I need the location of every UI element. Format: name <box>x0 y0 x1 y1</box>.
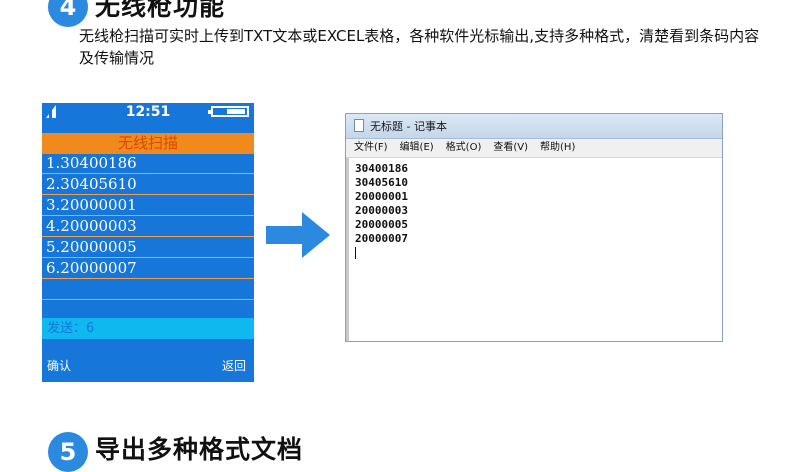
window-titlebar[interactable]: 无标题 - 记事本 <box>346 114 722 139</box>
notepad-window: 无标题 - 记事本 文件(F) 编辑(E) 格式(O) 查看(V) 帮助(H) … <box>345 113 723 342</box>
list-item: 2.30405610 <box>42 175 254 195</box>
text-editor[interactable]: 30400186 30405610 20000001 20000003 2000… <box>346 158 722 341</box>
scanner-title: 无线扫描 <box>42 133 254 154</box>
back-softkey[interactable]: 返回 <box>222 357 246 374</box>
text-line: 20000007 <box>355 232 408 245</box>
step-number-2: 5 <box>59 438 77 466</box>
window-title: 无标题 - 记事本 <box>370 120 447 133</box>
list-item: 6.20000007 <box>42 259 254 279</box>
section-title-2: 导出多种格式文档 <box>95 435 304 464</box>
scanner-screen: 12:51 无线扫描 1.30400186 2.30405610 3.20000… <box>42 103 254 382</box>
text-line: 20000005 <box>355 218 408 231</box>
step-number-badge-2: 5 <box>48 432 88 472</box>
menu-view[interactable]: 查看(V) <box>493 139 528 157</box>
confirm-softkey[interactable]: 确认 <box>47 357 71 374</box>
send-status: 发送：6 <box>42 318 254 339</box>
menu-format[interactable]: 格式(O) <box>446 139 482 157</box>
section-title: 无线枪功能 <box>95 0 226 21</box>
scan-list: 1.30400186 2.30405610 3.20000001 4.20000… <box>42 154 254 322</box>
step-number-badge: 4 <box>48 0 88 27</box>
menu-file[interactable]: 文件(F) <box>354 139 388 157</box>
battery-icon <box>208 106 249 117</box>
section-description: 无线枪扫描可实时上传到TXT文本或EXCEL表格，各种软件光标输出,支持多种格式… <box>79 27 760 67</box>
menu-bar: 文件(F) 编辑(E) 格式(O) 查看(V) 帮助(H) <box>346 139 722 158</box>
list-item: 5.20000005 <box>42 238 254 258</box>
text-line: 30400186 <box>355 162 408 175</box>
text-line: 20000003 <box>355 204 408 217</box>
text-line: 30405610 <box>355 176 408 189</box>
arrow-right-icon <box>266 212 330 258</box>
step-number: 4 <box>59 0 77 21</box>
list-item: 1.30400186 <box>42 154 254 174</box>
status-bar: 12:51 <box>42 103 254 123</box>
list-item: 4.20000003 <box>42 217 254 237</box>
list-item: 3.20000001 <box>42 196 254 216</box>
text-caret <box>355 247 356 259</box>
list-item <box>42 280 254 300</box>
menu-help[interactable]: 帮助(H) <box>540 139 575 157</box>
notepad-icon <box>354 119 364 132</box>
menu-edit[interactable]: 编辑(E) <box>400 139 434 157</box>
text-line: 20000001 <box>355 190 408 203</box>
